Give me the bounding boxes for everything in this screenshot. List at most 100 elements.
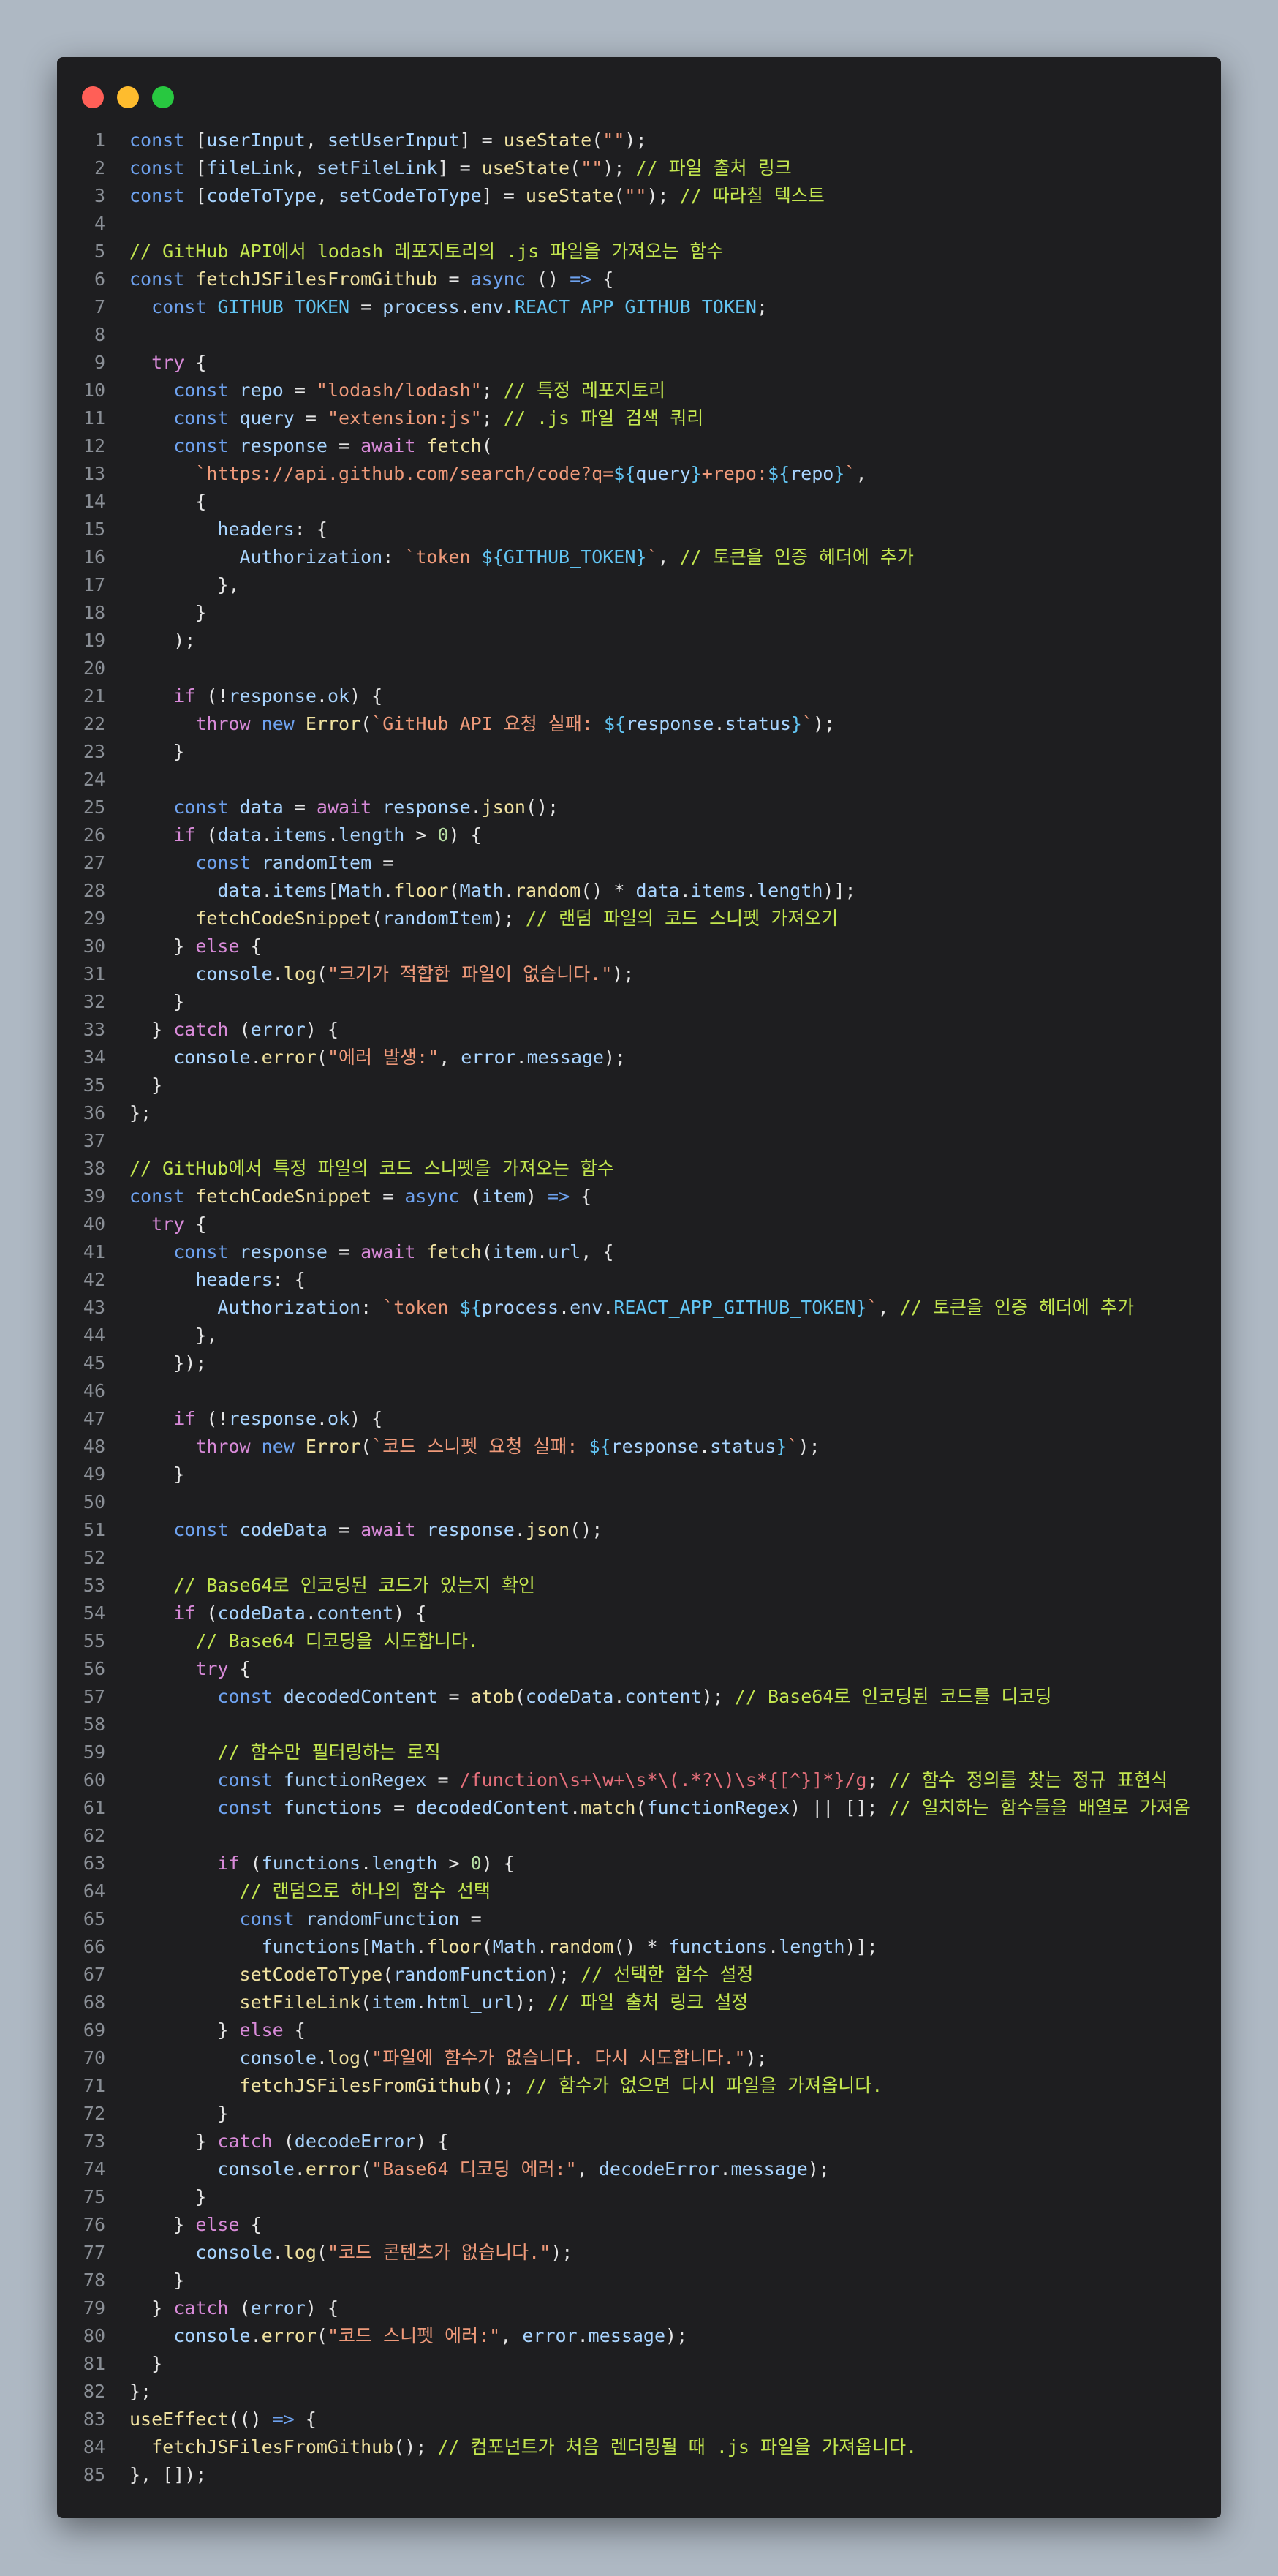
code-token: floor [393, 880, 449, 901]
zoom-button[interactable] [152, 86, 174, 108]
line-text: } [129, 1461, 184, 1488]
code-token: "extension:js" [327, 407, 482, 429]
code-token: Math [492, 1936, 537, 1957]
line-text: if (functions.length > 0) { [129, 1850, 514, 1878]
code-token: } [790, 713, 802, 734]
line-text: } catch (error) { [129, 1016, 339, 1044]
code-token: . [536, 1936, 548, 1957]
code-token: }, [129, 574, 240, 595]
code-token: console [173, 1047, 251, 1068]
code-token: else [195, 2214, 240, 2235]
code-token: `token [404, 546, 482, 568]
code-token: ) { [448, 824, 482, 846]
code-editor-window: 1 const [userInput, setUserInput] = useSt… [57, 57, 1221, 2518]
code-line: 45 }); [57, 1349, 1221, 1377]
code-token: (! [195, 1408, 229, 1429]
line-text: } [129, 2100, 228, 2128]
code-token: ( [459, 1186, 482, 1207]
code-token: status [725, 713, 791, 734]
code-token: , [657, 546, 680, 568]
code-line: 1 const [userInput, setUserInput] = useSt… [57, 127, 1221, 154]
code-token: { [228, 1658, 251, 1679]
code-token: json [481, 796, 526, 818]
code-token: data [239, 796, 284, 818]
code-token: } [833, 463, 845, 484]
code-token: . [305, 1603, 317, 1624]
code-area[interactable]: 1 const [userInput, setUserInput] = useSt… [57, 127, 1221, 2489]
code-token: > [404, 824, 438, 846]
code-line: 13 `https://api.github.com/search/code?q… [57, 460, 1221, 488]
code-line: 69 } else { [57, 2016, 1221, 2044]
code-token: // 컴포넌트가 처음 렌더링될 때 .js 파일을 가져옵니다. [437, 2436, 918, 2458]
code-token: items [272, 880, 328, 901]
code-token: } [776, 1436, 787, 1457]
code-token: . [415, 1992, 427, 2013]
code-token: response [239, 435, 328, 456]
minimize-button[interactable] [117, 86, 139, 108]
line-number: 82 [83, 2381, 105, 2402]
line-text: // GitHub API에서 lodash 레포지토리의 .js 파일을 가져… [129, 238, 723, 265]
code-token: async [404, 1186, 460, 1207]
code-token: repo [239, 380, 284, 401]
code-token: await [360, 435, 416, 456]
line-text: } [129, 738, 184, 766]
code-line: 56 try { [57, 1655, 1221, 1683]
code-line: 24 [57, 766, 1221, 794]
code-token: codeData [217, 1603, 306, 1624]
code-token: . [415, 1936, 427, 1957]
line-number: 17 [83, 574, 105, 595]
code-token: REACT_APP_GITHUB_TOKEN} [613, 1297, 867, 1318]
code-token: ] = [459, 129, 504, 151]
line-number: 68 [83, 1992, 105, 2013]
line-number: 16 [83, 546, 105, 568]
code-token: . [768, 1936, 779, 1957]
code-token: ( [228, 2297, 251, 2319]
code-token: } [129, 741, 185, 762]
code-token: ${GITHUB_TOKEN} [481, 546, 647, 568]
close-button[interactable] [82, 86, 104, 108]
code-token: useState [503, 129, 592, 151]
code-line: 17 }, [57, 571, 1221, 599]
code-token: , [294, 157, 317, 178]
line-number: 4 [94, 213, 105, 234]
line-number: 75 [83, 2186, 105, 2207]
code-token: () * [613, 1936, 669, 1957]
line-text: // Base64 디코딩을 시도합니다. [129, 1627, 479, 1655]
line-text: console.log("크기가 적합한 파일이 없습니다."); [129, 960, 634, 988]
line-number: 34 [83, 1047, 105, 1068]
code-token: [ [184, 157, 207, 178]
line-text: useEffect(() => { [129, 2406, 317, 2433]
code-token: await [360, 1519, 416, 1540]
code-token: Authorization [239, 546, 383, 568]
line-text: const functions = decodedContent.match(f… [129, 1794, 1190, 1822]
code-line: 36}; [57, 1099, 1221, 1127]
code-token: codeToType [206, 185, 317, 206]
code-token: . [382, 880, 394, 901]
line-number: 62 [83, 1825, 105, 1846]
code-token: ); [547, 1964, 581, 1985]
line-number: 5 [94, 241, 105, 262]
line-text: try { [129, 349, 206, 377]
code-line: 8 [57, 321, 1221, 349]
line-text: throw new Error(`코드 스니펫 요청 실패: ${respons… [129, 1433, 820, 1461]
code-line: 25 const data = await response.json(); [57, 794, 1221, 821]
code-token: query [239, 407, 295, 429]
line-number: 69 [83, 2019, 105, 2041]
line-text: console.log("코드 콘텐츠가 없습니다."); [129, 2239, 572, 2267]
code-token: codeData [239, 1519, 328, 1540]
line-text: if (data.items.length > 0) { [129, 821, 482, 849]
line-number: 37 [83, 1130, 105, 1151]
code-token: "" [602, 129, 625, 151]
